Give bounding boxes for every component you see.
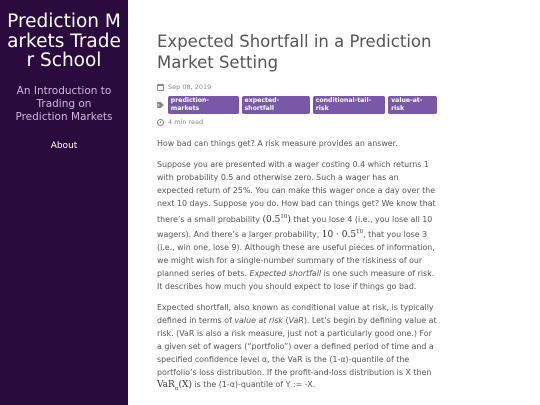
post-date: Sep 08, 2019: [168, 83, 212, 91]
post-content: Expected Shortfall in a Prediction Marke…: [157, 0, 437, 405]
sidebar: Prediction Markets Trader School An Intr…: [0, 0, 128, 405]
tag-expected-shortfall[interactable]: expected-shortfall: [241, 96, 310, 114]
read-time: 4 min read: [168, 118, 204, 126]
clock-icon: [157, 119, 164, 126]
site-title-link[interactable]: Prediction Markets Trader School: [0, 12, 128, 71]
tag-value-at-risk[interactable]: value-at-risk: [388, 96, 437, 114]
tags-icon: [157, 102, 164, 108]
var-paragraph: Expected shortfall, also known as condit…: [157, 302, 437, 393]
tag-conditional-tail-risk[interactable]: conditional-tail-risk: [312, 96, 386, 114]
site-description: An Introduction to Trading on Prediction…: [15, 84, 113, 124]
math-probability-all-lose: (0.510): [262, 213, 291, 225]
calendar-icon: [157, 84, 164, 91]
nav-about-link[interactable]: About: [0, 141, 128, 151]
post-tags: prediction-markets expected-shortfall co…: [157, 96, 437, 114]
intro-paragraph: How bad can things get? A risk measure p…: [157, 139, 398, 148]
math-probability-one-win: 10 · 0.510: [321, 229, 364, 241]
tag-prediction-markets[interactable]: prediction-markets: [167, 96, 239, 114]
math-var-alpha: VaRα(X): [157, 380, 192, 393]
post-date-row: Sep 08, 2019: [157, 83, 437, 92]
wager-paragraph: Suppose you are presented with a wager c…: [157, 159, 436, 292]
post-title: Expected Shortfall in a Prediction Marke…: [157, 32, 432, 72]
read-time-row: 4 min read: [157, 118, 437, 127]
